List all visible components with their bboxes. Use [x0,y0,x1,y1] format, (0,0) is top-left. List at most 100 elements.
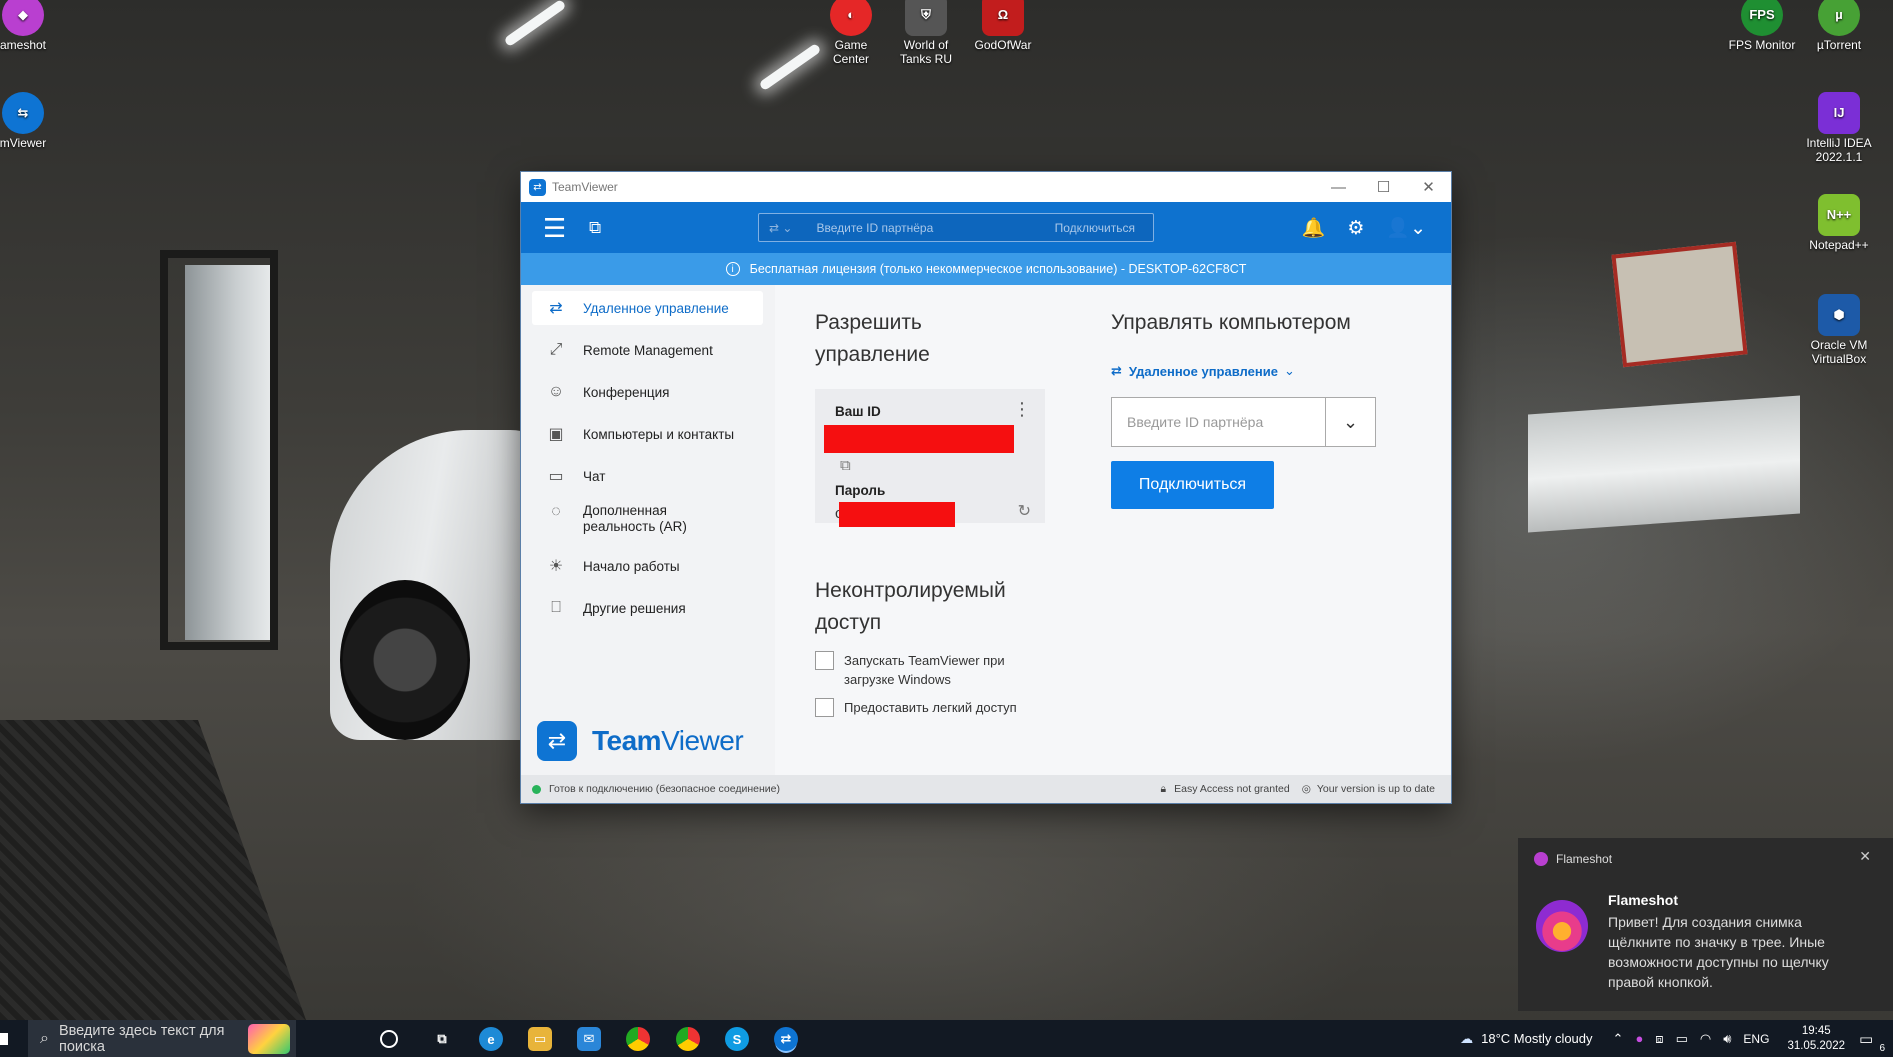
remote-screen-icon[interactable]: ⧉ [589,218,601,238]
partner-id-search-input[interactable]: Введите ID партнёра [816,221,1054,235]
minimize-button[interactable]: — [1316,172,1361,202]
info-icon: i [725,262,740,276]
desktop-icon-utorrent[interactable]: µ µTorrent [1804,0,1874,52]
user-account-icon[interactable]: 👤⌄ [1386,216,1426,240]
partner-id-input[interactable]: Введите ID партнёра [1127,414,1263,430]
wallpaper-floor-grate [0,720,306,1020]
desktop-icon-fps-monitor[interactable]: FPS FPS Monitor [1727,0,1797,52]
sidebar-item-remote-control[interactable]: ⇄ Удаленное управление [532,291,763,325]
easy-access-status[interactable]: Easy Access not granted [1174,783,1290,795]
brand-wordmark-bold: Team [592,725,662,756]
desktop-icon-flameshot[interactable]: ◆ ameshot [0,0,58,52]
sidebar-item-getting-started[interactable]: ☀ Начало работы [532,549,763,583]
desktop-icon-label: µTorrent [1816,38,1862,52]
license-banner: i Бесплатная лицензия (только некоммерче… [521,253,1451,285]
teamviewer-taskbar-icon[interactable]: ⇄ [774,1027,798,1051]
notepad-plus-plus-icon: N++ [1818,194,1860,236]
notification-message: Привет! Для создания снимка щёлкните по … [1608,914,1829,990]
chevron-up-icon[interactable]: ⌃ [1613,1031,1624,1047]
teamviewer-brand: ⇄ TeamViewer [537,721,744,761]
contact-book-icon: ▣ [548,426,564,443]
allow-control-heading: Разрешить управление [815,311,930,366]
chrome-profile-icon[interactable] [676,1027,700,1051]
checkbox-box[interactable] [815,698,834,717]
edge-icon[interactable]: e [479,1027,503,1051]
desktop-icon-teamviewer[interactable]: ⇆ mViewer [0,92,58,150]
desktop-icon-world-of-tanks[interactable]: ⛨ World of Tanks RU [891,0,961,66]
sidebar-item-label: Удаленное управление [583,300,729,316]
chevron-down-icon[interactable]: ⌄ [1325,398,1375,446]
partner-id-search[interactable]: ⇄ ⌄ Введите ID партнёра Подключиться [758,213,1154,242]
connect-button[interactable]: Подключиться [1111,461,1274,509]
version-status[interactable]: Your version is up to date [1317,783,1435,795]
sidebar-item-other-solutions[interactable]: ⎕ Другие решения [532,591,763,625]
taskbar-search-input[interactable]: Введите здесь текст для поиска [59,1023,248,1055]
cortana-icon[interactable] [380,1030,398,1048]
desktop-icon-notepad-plus-plus[interactable]: N++ Notepad++ [1804,194,1874,252]
toolbar-connect-button[interactable]: Подключиться [1055,221,1135,235]
maximize-button[interactable]: ☐ [1361,172,1406,202]
close-button[interactable]: ✕ [1406,172,1451,202]
clock[interactable]: 19:45 31.05.2022 [1787,1024,1845,1054]
desktop-icon-intellij-idea[interactable]: IJ IntelliJ IDEA 2022.1.1 [1804,92,1874,164]
teamviewer-logo-icon: ⇄ [529,178,546,196]
notification-close-button[interactable]: ✕ [1859,848,1871,865]
gear-icon[interactable]: ⚙ [1347,217,1364,240]
teamviewer-icon: ⇆ [2,92,44,134]
desktop-icon-label: IntelliJ IDEA 2022.1.1 [1806,136,1872,164]
control-remote-heading: Управлять компьютером [1111,311,1351,334]
start-with-windows-checkbox[interactable]: Запускать TeamViewer при загрузке Window… [815,651,1035,689]
desktop-icon-virtualbox[interactable]: ⬢ Oracle VM VirtualBox [1804,294,1874,366]
desktop-icon-game-center[interactable]: ◐ Game Center [816,0,886,66]
sidebar-item-computers-contacts[interactable]: ▣ Компьютеры и контакты [532,417,763,451]
file-explorer-icon[interactable]: ▭ [528,1027,552,1051]
wifi-icon[interactable]: ◠ [1700,1031,1711,1047]
status-dot-icon [532,784,541,794]
task-view-icon[interactable]: ⧉ [430,1027,454,1051]
chrome-icon[interactable] [626,1027,650,1051]
mail-icon[interactable]: ✉ [577,1027,601,1051]
godofwar-icon: Ω [982,0,1024,36]
wallpaper-ceiling-lamp [758,42,822,92]
flameshot-notification[interactable]: Flameshot ✕ Flameshot Привет! Для создан… [1518,838,1893,1011]
connection-mode-dropdown[interactable]: ⇄ Удаленное управление ⌄ [1111,363,1295,379]
action-center-button[interactable]: ▭ 6 [1859,1030,1885,1054]
checkbox-box[interactable] [815,651,834,670]
your-id-label: Ваш ID [835,404,881,419]
start-windows-icon[interactable] [0,1033,8,1045]
weather-text[interactable]: 18°C Mostly cloudy [1481,1031,1592,1046]
window-titlebar: ⇄ TeamViewer — ☐ ✕ [521,172,1451,202]
flameshot-tray-icon[interactable]: ● [1635,1031,1643,1046]
volume-icon[interactable]: 🔊︎ [1723,1031,1731,1047]
unattended-access-heading: Неконтролируемый доступ [815,579,1006,634]
game-center-icon: ◐ [830,0,872,36]
wallpaper-doorway [185,265,270,640]
desktop-icon-godofwar[interactable]: Ω GodOfWar [968,0,1038,52]
notification-count-badge: 6 [1879,1042,1885,1054]
wallpaper-car-wheel [340,580,470,740]
language-indicator[interactable]: ENG [1743,1032,1769,1046]
sidebar-item-meeting[interactable]: ☺ Конференция [532,375,763,409]
world-of-tanks-icon: ⛨ [905,0,947,36]
sidebar-item-remote-management[interactable]: ⤢ Remote Management [532,333,763,367]
skype-icon[interactable]: S [725,1027,749,1051]
grant-easy-access-checkbox[interactable]: Предоставить легкий доступ [815,698,1055,717]
partner-id-field[interactable]: Введите ID партнёра ⌄ [1111,397,1376,447]
sidebar-item-label: Remote Management [583,342,713,358]
more-options-icon[interactable]: ⋮ [1013,399,1031,420]
desktop-icon-label: World of Tanks RU [899,38,952,66]
sidebar: ⇄ Удаленное управление ⤢ Remote Management… [521,285,775,775]
utorrent-icon: µ [1818,0,1860,36]
connection-mode-icon[interactable]: ⇄ ⌄ [769,221,792,235]
ar-goggles-icon: ◌ [551,503,561,520]
battery-icon[interactable]: ▭ [1676,1031,1688,1047]
sidebar-item-chat[interactable]: ▭ Чат [532,459,763,493]
hamburger-menu-icon[interactable]: ☰ [543,215,571,241]
copy-icon[interactable]: ⧉ [840,457,851,474]
bell-icon[interactable]: 🔔 [1302,216,1326,240]
teamviewer-brand-icon: ⇄ [537,721,577,761]
sidebar-item-augmented-reality[interactable]: ◌ Дополненная реальность (AR) [532,501,763,541]
refresh-password-icon[interactable]: ↻ [1018,501,1031,521]
network-wired-icon[interactable]: ⧈ [1655,1031,1663,1047]
taskbar-search[interactable]: ⌕ Введите здесь текст для поиска [28,1020,296,1057]
